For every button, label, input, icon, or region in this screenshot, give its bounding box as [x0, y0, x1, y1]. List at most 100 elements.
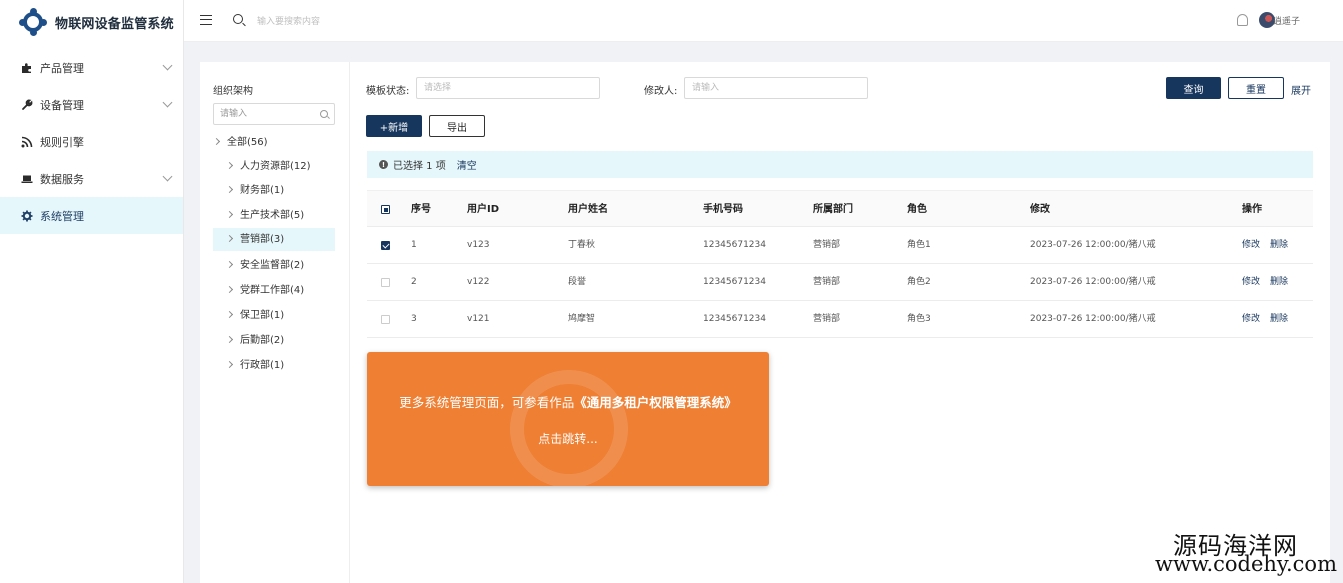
laptop-icon	[21, 173, 33, 185]
cell-phone: 12345671234	[703, 277, 766, 287]
modifier-input[interactable]: 请输入	[684, 77, 868, 99]
tree-node[interactable]: 行政部(1)	[225, 354, 335, 377]
promo-text: 更多系统管理页面，可参看作品《通用多租户权限管理系统》	[367, 392, 769, 411]
watermark-circle-icon	[510, 370, 628, 486]
select-all-checkbox[interactable]	[381, 205, 390, 214]
edit-link[interactable]: 修改	[1242, 301, 1260, 338]
selection-count: 已选择 1 项	[393, 161, 446, 172]
tree-node[interactable]: 党群工作部(4)	[225, 279, 335, 302]
sidebar-item-label: 规则引擎	[40, 135, 84, 149]
modifier-label: 修改人:	[644, 86, 678, 97]
tree-node-label: 全部(56)	[227, 137, 268, 148]
tree-node[interactable]: 保卫部(1)	[225, 304, 335, 327]
cell-modified: 2023-07-26 12:00:00/猪八戒	[1030, 314, 1156, 324]
export-button[interactable]: 导出	[429, 115, 485, 137]
chevron-down-icon	[162, 60, 173, 71]
tree-node[interactable]: 生产技术部(5)	[225, 204, 335, 227]
tree-node-label: 生产技术部(5)	[240, 210, 305, 221]
tree-node[interactable]: 财务部(1)	[225, 179, 335, 202]
clear-selection-link[interactable]: 清空	[457, 157, 477, 172]
cell-phone: 12345671234	[703, 314, 766, 324]
info-icon: !	[379, 160, 388, 169]
col-header: 角色	[907, 204, 927, 215]
row-checkbox[interactable]	[381, 315, 390, 324]
cell-dept: 营销部	[813, 277, 841, 287]
tree-title: 组织架构	[213, 86, 253, 97]
sidebar-item-system[interactable]: 系统管理	[0, 197, 183, 234]
tree-node[interactable]: 人力资源部(12)	[225, 155, 335, 178]
cell-name: 丁春秋	[568, 240, 596, 250]
cell-no: 3	[411, 314, 417, 324]
cell-dept: 营销部	[813, 314, 841, 324]
top-header: 输入要搜索内容 逍遥子	[184, 0, 1343, 42]
row-checkbox[interactable]	[381, 241, 390, 250]
search-icon[interactable]	[233, 14, 243, 24]
sidebar-menu: 产品管理 设备管理 规则引擎 数据服务 系统管理	[0, 49, 183, 234]
chevron-right-icon	[225, 234, 234, 243]
cell-dept: 营销部	[813, 240, 841, 250]
sidebar-item-rules[interactable]: 规则引擎	[0, 123, 183, 160]
reset-button[interactable]: 重置	[1228, 77, 1284, 99]
cell-id: v123	[467, 240, 490, 250]
sidebar-item-product[interactable]: 产品管理	[0, 49, 183, 86]
delete-link[interactable]: 删除	[1270, 301, 1288, 338]
sidebar-item-label: 系统管理	[40, 209, 84, 223]
username[interactable]: 逍遥子	[1273, 14, 1300, 27]
rss-icon	[21, 136, 33, 148]
tree-node[interactable]: 后勤部(2)	[225, 329, 335, 352]
expand-link[interactable]: 展开	[1291, 82, 1311, 97]
tree-node-label: 后勤部(2)	[240, 335, 285, 346]
delete-link[interactable]: 删除	[1270, 264, 1288, 301]
tree-node-label: 财务部(1)	[240, 185, 285, 196]
row-checkbox[interactable]	[381, 278, 390, 287]
tree-search-placeholder: 请输入	[220, 109, 248, 119]
tree-node-label: 行政部(1)	[240, 360, 285, 371]
tree-node[interactable]: 安全监督部(2)	[225, 254, 335, 277]
col-header: 用户姓名	[568, 204, 608, 215]
query-button[interactable]: 查询	[1166, 77, 1221, 99]
template-status-select[interactable]: 请选择	[416, 77, 600, 99]
global-search-input[interactable]: 输入要搜索内容	[257, 14, 320, 27]
col-header: 序号	[411, 204, 431, 215]
delete-link[interactable]: 删除	[1270, 227, 1288, 264]
table-row: 3 v121 鸠摩智 12345671234 营销部 角色3 2023-07-2…	[367, 301, 1313, 338]
cell-role: 角色1	[907, 240, 931, 250]
tree-node-label: 安全监督部(2)	[240, 260, 305, 271]
promo-title: 《通用多租户权限管理系统》	[574, 395, 737, 410]
cell-id: v121	[467, 314, 490, 324]
chevron-right-icon	[225, 285, 234, 294]
tree-node-label: 人力资源部(12)	[240, 161, 311, 172]
sidebar-item-data[interactable]: 数据服务	[0, 160, 183, 197]
chevron-right-icon	[225, 210, 234, 219]
col-header: 手机号码	[703, 204, 743, 215]
chevron-right-icon	[225, 185, 234, 194]
edit-link[interactable]: 修改	[1242, 227, 1260, 264]
tree-node-root[interactable]: 全部(56)	[212, 131, 268, 154]
app-logo: 物联网设备监管系统	[0, 0, 183, 44]
tree-node-label: 党群工作部(4)	[240, 285, 305, 296]
cell-no: 2	[411, 277, 417, 287]
chevron-right-icon	[225, 260, 234, 269]
tree-node-label: 营销部(3)	[240, 234, 285, 245]
edit-link[interactable]: 修改	[1242, 264, 1260, 301]
chevron-right-icon	[225, 310, 234, 319]
bell-icon[interactable]	[1237, 14, 1248, 26]
cell-role: 角色2	[907, 277, 931, 287]
user-table: 序号 用户ID 用户姓名 手机号码 所属部门 角色 修改 操作 1 v123 丁…	[367, 190, 1313, 338]
cell-role: 角色3	[907, 314, 931, 324]
gear-icon	[21, 210, 33, 222]
tree-node-selected[interactable]: 营销部(3)	[213, 228, 335, 251]
menu-toggle-icon[interactable]	[200, 15, 212, 25]
promo-banner[interactable]: 更多系统管理页面，可参看作品《通用多租户权限管理系统》 点击跳转...	[367, 352, 769, 486]
add-button[interactable]: +新增	[366, 115, 422, 137]
tree-node-label: 保卫部(1)	[240, 310, 285, 321]
tree-search-input[interactable]: 请输入	[213, 103, 335, 125]
selection-alert: ! 已选择 1 项 清空	[367, 151, 1313, 178]
cell-modified: 2023-07-26 12:00:00/猪八戒	[1030, 277, 1156, 287]
cell-modified: 2023-07-26 12:00:00/猪八戒	[1030, 240, 1156, 250]
sidebar-item-label: 产品管理	[40, 61, 84, 75]
chevron-right-icon	[225, 161, 234, 170]
sidebar-item-device[interactable]: 设备管理	[0, 86, 183, 123]
promo-jump-link[interactable]: 点击跳转...	[367, 430, 769, 447]
col-header: 修改	[1030, 204, 1050, 215]
